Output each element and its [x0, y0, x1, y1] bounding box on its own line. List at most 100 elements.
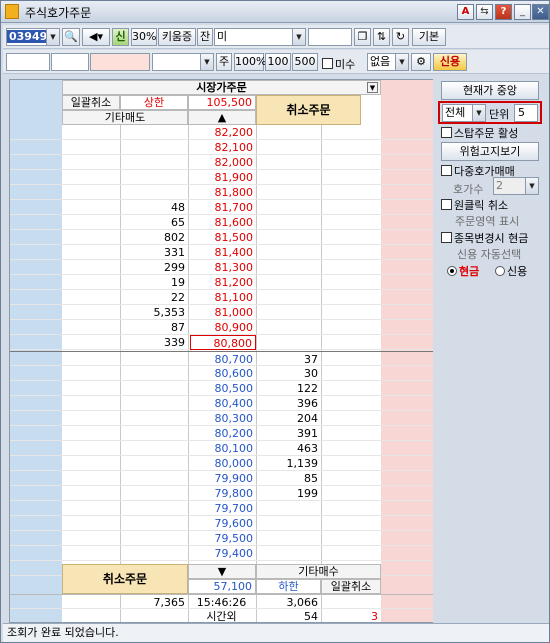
ask-price[interactable]: 81,300: [190, 260, 256, 275]
copy-icon[interactable]: ❐: [354, 28, 371, 46]
price-input[interactable]: [90, 53, 150, 71]
ask-price[interactable]: 82,000: [190, 155, 256, 170]
bid-price[interactable]: 80,300: [190, 411, 256, 426]
ask-price[interactable]: 81,500: [190, 230, 256, 245]
stop-order-checkbox[interactable]: 스탑주문 활성: [441, 125, 518, 141]
ask-price[interactable]: 81,700: [190, 200, 256, 215]
bid-price[interactable]: 79,400: [190, 546, 256, 561]
minimize-icon[interactable]: _: [514, 4, 531, 20]
checkbox-icon[interactable]: [441, 165, 452, 176]
price-up-button[interactable]: ▲: [188, 110, 256, 125]
risk-notice-button[interactable]: 위험고지보기: [441, 142, 539, 161]
ladder-count-value: 2: [496, 179, 503, 192]
ask-qty: 19: [171, 276, 185, 289]
bulk-cancel-top[interactable]: 일괄취소: [62, 95, 120, 110]
ask-price[interactable]: 81,800: [190, 185, 256, 200]
ask-price[interactable]: 81,600: [190, 215, 256, 230]
bid-price[interactable]: 79,900: [190, 471, 256, 486]
unfilled-select[interactable]: 없음 ▼: [367, 53, 409, 71]
qty-500-button[interactable]: 500: [292, 53, 318, 71]
close-icon[interactable]: ✕: [532, 4, 549, 20]
checkbox-icon[interactable]: [441, 127, 452, 138]
qty-100-button[interactable]: 100: [265, 53, 291, 71]
text-size-icon[interactable]: A: [457, 4, 474, 20]
market-order-label: 시장가주문: [196, 81, 247, 94]
scope-value: 전체: [445, 106, 466, 119]
default-button[interactable]: 기본: [412, 28, 446, 46]
credit-radio[interactable]: 신용: [495, 263, 527, 279]
unit-input[interactable]: 5: [514, 104, 538, 122]
auto-credit-checkbox[interactable]: 종목변경시 현금: [441, 230, 528, 246]
account-select[interactable]: 미 ▼: [214, 28, 306, 46]
link-icon[interactable]: ⇆: [476, 4, 493, 20]
radio-icon[interactable]: [447, 266, 457, 276]
ask-price[interactable]: 82,100: [190, 140, 256, 155]
pct-100-button[interactable]: 100%: [234, 53, 266, 71]
ask-price[interactable]: 80,900: [190, 320, 256, 335]
qty-input-2[interactable]: [51, 53, 89, 71]
one-click-cancel-checkbox[interactable]: 원클릭 취소: [441, 197, 508, 213]
cash-radio[interactable]: 현금: [447, 263, 479, 279]
bulk-cancel-bottom[interactable]: 일괄취소: [321, 579, 381, 594]
other-buy-header[interactable]: 기타매수: [256, 564, 381, 579]
balance-button[interactable]: 잔: [197, 28, 213, 46]
ask-row: 48 81,700: [10, 200, 433, 215]
price-down-button[interactable]: ▼: [188, 564, 256, 579]
bid-price[interactable]: 79,500: [190, 531, 256, 546]
bid-price[interactable]: 80,400: [190, 396, 256, 411]
bid-price[interactable]: 80,200: [190, 426, 256, 441]
bid-price[interactable]: 80,500: [190, 381, 256, 396]
toolbar-row-2: ▼ 주 100% 100 500 미수 없음 ▼ ⚙ 신용: [3, 50, 549, 74]
password-input[interactable]: [308, 28, 352, 46]
speaker-icon[interactable]: ◀▾: [82, 28, 110, 46]
chevron-down-icon[interactable]: ▼: [46, 29, 59, 45]
bid-price[interactable]: 79,600: [190, 516, 256, 531]
unfilled-checkbox[interactable]: 미수: [322, 56, 355, 72]
other-sell-header[interactable]: 기타매도: [62, 110, 188, 125]
cancel-order-top[interactable]: 취소주문: [256, 95, 361, 125]
refresh-icon[interactable]: ↻: [392, 28, 409, 46]
ask-qty: 87: [171, 321, 185, 334]
bid-price[interactable]: 80,100: [190, 441, 256, 456]
qty-input-1[interactable]: [6, 53, 50, 71]
chevron-down-icon[interactable]: ▼: [395, 54, 408, 70]
scope-select[interactable]: 전체 ▼: [442, 104, 486, 122]
ask-price[interactable]: 81,000: [190, 305, 256, 320]
ask-price[interactable]: 80,800: [190, 335, 256, 350]
bid-price[interactable]: 79,800: [190, 486, 256, 501]
chevron-down-icon[interactable]: ▼: [200, 54, 213, 70]
ask-price[interactable]: 81,900: [190, 170, 256, 185]
unit-settings-box: 전체 ▼ 단위 5: [438, 101, 542, 124]
ask-price[interactable]: 81,200: [190, 275, 256, 290]
ask-price[interactable]: 81,400: [190, 245, 256, 260]
ask-price[interactable]: 82,200: [190, 125, 256, 140]
bid-price[interactable]: 80,700: [190, 352, 256, 367]
arrow-updown-icon[interactable]: ⇅: [373, 28, 390, 46]
bid-price[interactable]: 80,600: [190, 366, 256, 381]
settings-gear-icon[interactable]: ⚙: [411, 53, 431, 71]
cancel-order-bottom[interactable]: 취소주문: [62, 564, 188, 594]
chevron-down-icon[interactable]: ▼: [525, 178, 538, 194]
after-hours-bid-qty: 54: [304, 610, 318, 623]
stock-name[interactable]: 키움증: [158, 28, 196, 46]
order-qty-input[interactable]: ▼: [152, 53, 214, 71]
ask-price[interactable]: 81,100: [190, 290, 256, 305]
chevron-down-icon[interactable]: ▼: [472, 105, 485, 121]
ladder-count-select[interactable]: 2 ▼: [493, 177, 539, 195]
checkbox-icon[interactable]: [322, 58, 333, 69]
checkbox-icon[interactable]: [441, 232, 452, 243]
credit-order-button[interactable]: 신용: [433, 53, 467, 71]
help-icon[interactable]: ?: [495, 4, 512, 20]
bid-price[interactable]: 80,000: [190, 456, 256, 471]
radio-icon[interactable]: [495, 266, 505, 276]
after-hours-row: 시간외 54 3: [10, 609, 433, 624]
checkbox-icon[interactable]: [441, 199, 452, 210]
stock-code-input[interactable]: 039490 ▼: [6, 28, 60, 46]
chevron-down-icon[interactable]: ▼: [367, 82, 378, 93]
center-current-price-button[interactable]: 현재가 중앙: [441, 81, 539, 100]
credit-badge[interactable]: 신: [112, 28, 129, 46]
bid-price[interactable]: 79,700: [190, 501, 256, 516]
chevron-down-icon[interactable]: ▼: [292, 29, 305, 45]
market-order-header[interactable]: 시장가주문 ▼: [62, 80, 381, 95]
search-icon[interactable]: 🔍: [62, 28, 80, 46]
